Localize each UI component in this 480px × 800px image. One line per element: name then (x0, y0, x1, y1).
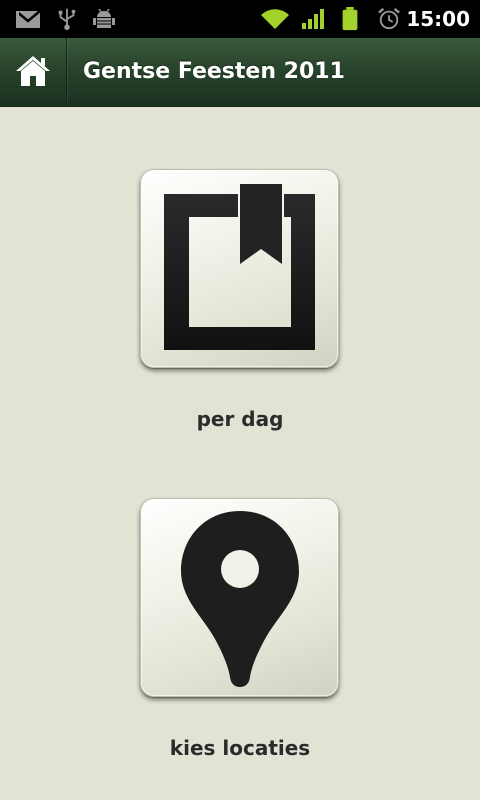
home-button[interactable] (0, 38, 67, 106)
battery-icon (342, 7, 358, 31)
status-bar: 15:00 (0, 0, 480, 38)
per-dag-label: per dag (196, 407, 284, 431)
wifi-icon (261, 9, 289, 29)
alarm-icon (378, 7, 400, 30)
android-debug-icon (93, 8, 115, 28)
usb-icon (58, 8, 76, 31)
status-time: 15:00 (406, 7, 470, 31)
home-icon (16, 56, 50, 86)
map-pin-icon (181, 511, 299, 687)
app-title: Gentse Feesten 2011 (83, 59, 345, 84)
gmail-icon (15, 10, 41, 28)
signal-icon (302, 9, 324, 29)
kies-locaties-button[interactable] (140, 498, 339, 697)
per-dag-button[interactable] (140, 169, 339, 368)
kies-locaties-label: kies locaties (169, 736, 311, 760)
action-bar: Gentse Feesten 2011 (0, 38, 480, 107)
bookmark-icon (164, 184, 315, 350)
